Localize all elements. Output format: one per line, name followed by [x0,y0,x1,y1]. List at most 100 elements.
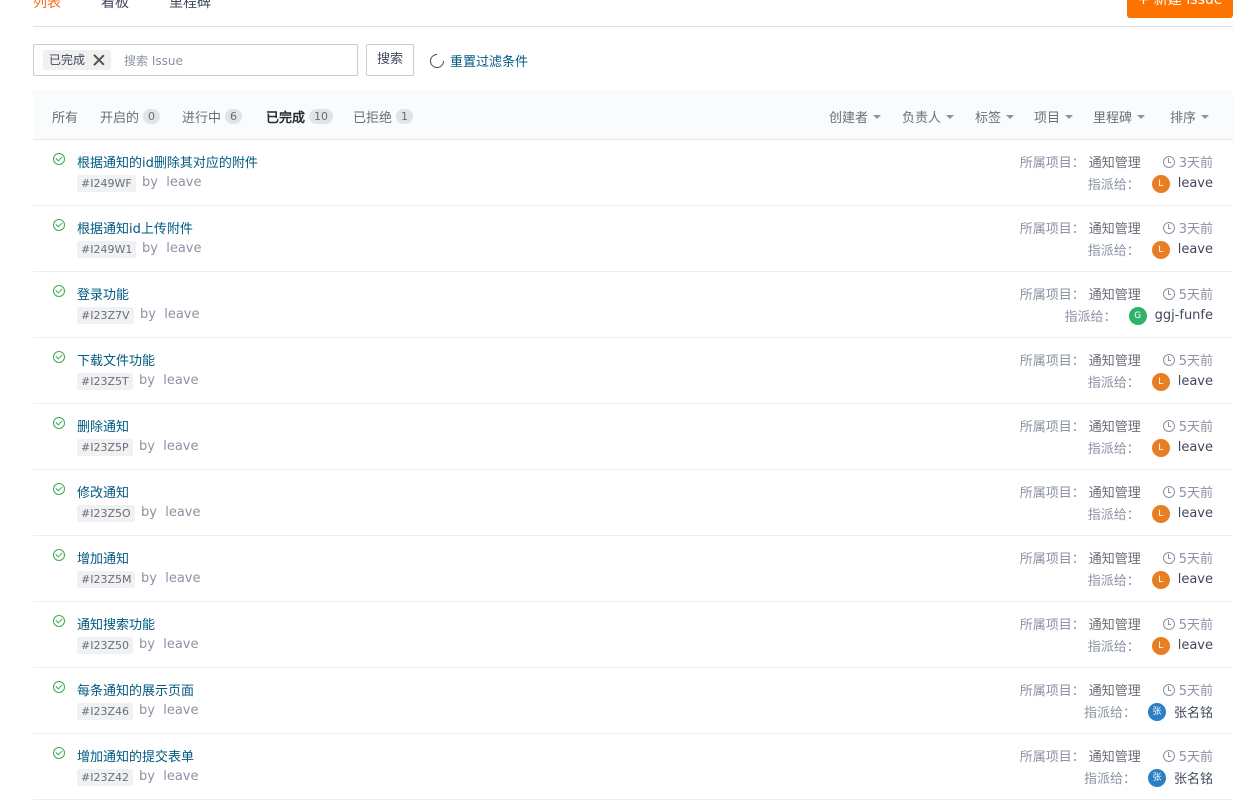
issue-id-badge: #I23Z7V [77,307,134,324]
project-name[interactable]: 通知管理 [1089,746,1141,765]
clock-icon [1162,617,1175,630]
project-name[interactable]: 通知管理 [1089,416,1141,435]
issue-author: by leave [142,241,202,256]
assignee-name[interactable]: leave [1178,374,1213,389]
author-name[interactable]: leave [163,703,198,718]
by-label: by [139,439,155,454]
assignee-name[interactable]: leave [1178,638,1213,653]
author-name[interactable]: leave [163,439,198,454]
search-input[interactable] [122,51,346,71]
status-tab-open[interactable]: 开启的 0 [100,107,161,126]
project-label: 所属项目： [1019,420,1085,435]
issue-time: 5天前 [1178,420,1213,435]
issue-title[interactable]: 下载文件功能 [77,350,155,369]
check-circle-icon [53,351,65,363]
avatar[interactable]: L [1151,240,1170,259]
project-name[interactable]: 通知管理 [1089,548,1141,567]
check-circle-icon [53,615,65,627]
avatar[interactable]: L [1151,438,1170,457]
assignee-name[interactable]: ggj-funfe [1155,308,1213,323]
author-name[interactable]: leave [163,373,198,388]
search-button[interactable]: 搜索 [366,44,414,76]
issue-author: by leave [139,439,199,454]
project-name[interactable]: 通知管理 [1089,680,1141,699]
project-name[interactable]: 通知管理 [1089,284,1141,303]
project-name[interactable]: 通知管理 [1089,350,1141,369]
check-circle-icon [53,681,65,693]
issue-id-badge: #I249W1 [77,241,137,258]
avatar[interactable]: L [1151,372,1170,391]
clock-icon [1162,419,1175,432]
avatar[interactable]: 张 [1147,768,1166,787]
issue-id-badge: #I23Z50 [77,637,133,654]
author-name[interactable]: leave [163,637,198,652]
author-name[interactable]: leave [164,307,199,322]
issue-row: 每条通知的展示页面 #I23Z46 by leave 所属项目： 通知管理 5天… [33,668,1233,734]
project-name[interactable]: 通知管理 [1089,482,1141,501]
issue-title[interactable]: 增加通知 [77,548,129,567]
project-name[interactable]: 通知管理 [1089,218,1141,237]
issue-row: 通知搜索功能 #I23Z50 by leave 所属项目： 通知管理 5天前 指… [33,602,1233,668]
issue-title[interactable]: 每条通知的展示页面 [77,680,194,699]
issue-title[interactable]: 根据通知的id删除其对应的附件 [77,152,258,171]
status-tab-label: 开启的 [100,111,140,126]
clock-icon [1162,749,1175,762]
tab-milestone[interactable]: 里程碑 [169,0,211,12]
issue-author: by leave [139,769,199,784]
tab-board[interactable]: 看板 [101,0,129,12]
dropdown-creator[interactable]: 创建者 [829,107,882,126]
assignee-name[interactable]: leave [1178,506,1213,521]
assignee-name[interactable]: leave [1178,242,1213,257]
author-name[interactable]: leave [166,241,201,256]
avatar[interactable]: L [1151,174,1170,193]
issue-title[interactable]: 登录功能 [77,284,129,303]
reset-filters-link[interactable]: 重置过滤条件 [427,50,528,71]
assignee-name[interactable]: 张名铭 [1174,702,1213,721]
status-tab-closed[interactable]: 已完成 10 [266,107,334,126]
by-label: by [139,637,155,652]
issue-title[interactable]: 删除通知 [77,416,129,435]
status-tab-progressing[interactable]: 进行中 6 [182,107,243,126]
issue-meta: 所属项目： 通知管理 5天前 [1020,482,1213,501]
dropdown-label-filter[interactable]: 标签 [975,107,1015,126]
avatar[interactable]: G [1128,306,1147,325]
dropdown-label: 里程碑 [1093,111,1133,126]
status-tab-label: 已拒绝 [353,111,393,126]
issue-title[interactable]: 修改通知 [77,482,129,501]
author-name[interactable]: leave [165,505,200,520]
new-issue-button[interactable]: + 新建 Issue [1127,0,1233,18]
dropdown-sort[interactable]: 排序 [1170,107,1210,126]
assignee-name[interactable]: leave [1178,572,1213,587]
issue-time: 3天前 [1178,222,1213,237]
issue-row: 删除通知 #I23Z5P by leave 所属项目： 通知管理 5天前 指派给… [33,404,1233,470]
check-circle-icon [53,483,65,495]
dropdown-assignee[interactable]: 负责人 [902,107,955,126]
avatar[interactable]: L [1151,636,1170,655]
author-name[interactable]: leave [166,175,201,190]
issue-meta: 所属项目： 通知管理 3天前 [1020,218,1213,237]
close-icon[interactable] [93,54,105,66]
author-name[interactable]: leave [165,571,200,586]
project-name[interactable]: 通知管理 [1089,152,1141,171]
issue-title[interactable]: 通知搜索功能 [77,614,155,633]
avatar[interactable]: L [1151,504,1170,523]
assignee-name[interactable]: leave [1178,440,1213,455]
tab-list[interactable]: 列表 [33,0,61,12]
issue-assignee: 指派给： L leave [1088,570,1213,589]
avatar[interactable]: L [1151,570,1170,589]
status-tab-rejected[interactable]: 已拒绝 1 [353,107,414,126]
issue-author: by leave [141,505,201,520]
dropdown-milestone[interactable]: 里程碑 [1093,107,1146,126]
author-name[interactable]: leave [163,769,198,784]
dropdown-label: 创建者 [829,111,869,126]
status-tab-all[interactable]: 所有 [52,107,78,126]
project-name[interactable]: 通知管理 [1089,614,1141,633]
issue-title[interactable]: 增加通知的提交表单 [77,746,194,765]
avatar[interactable]: 张 [1147,702,1166,721]
issue-title[interactable]: 根据通知id上传附件 [77,218,193,237]
caret-down-icon [946,114,955,119]
dropdown-project[interactable]: 项目 [1034,107,1074,126]
assignee-name[interactable]: leave [1178,176,1213,191]
assignee-name[interactable]: 张名铭 [1174,768,1213,787]
issue-author: by leave [139,373,199,388]
